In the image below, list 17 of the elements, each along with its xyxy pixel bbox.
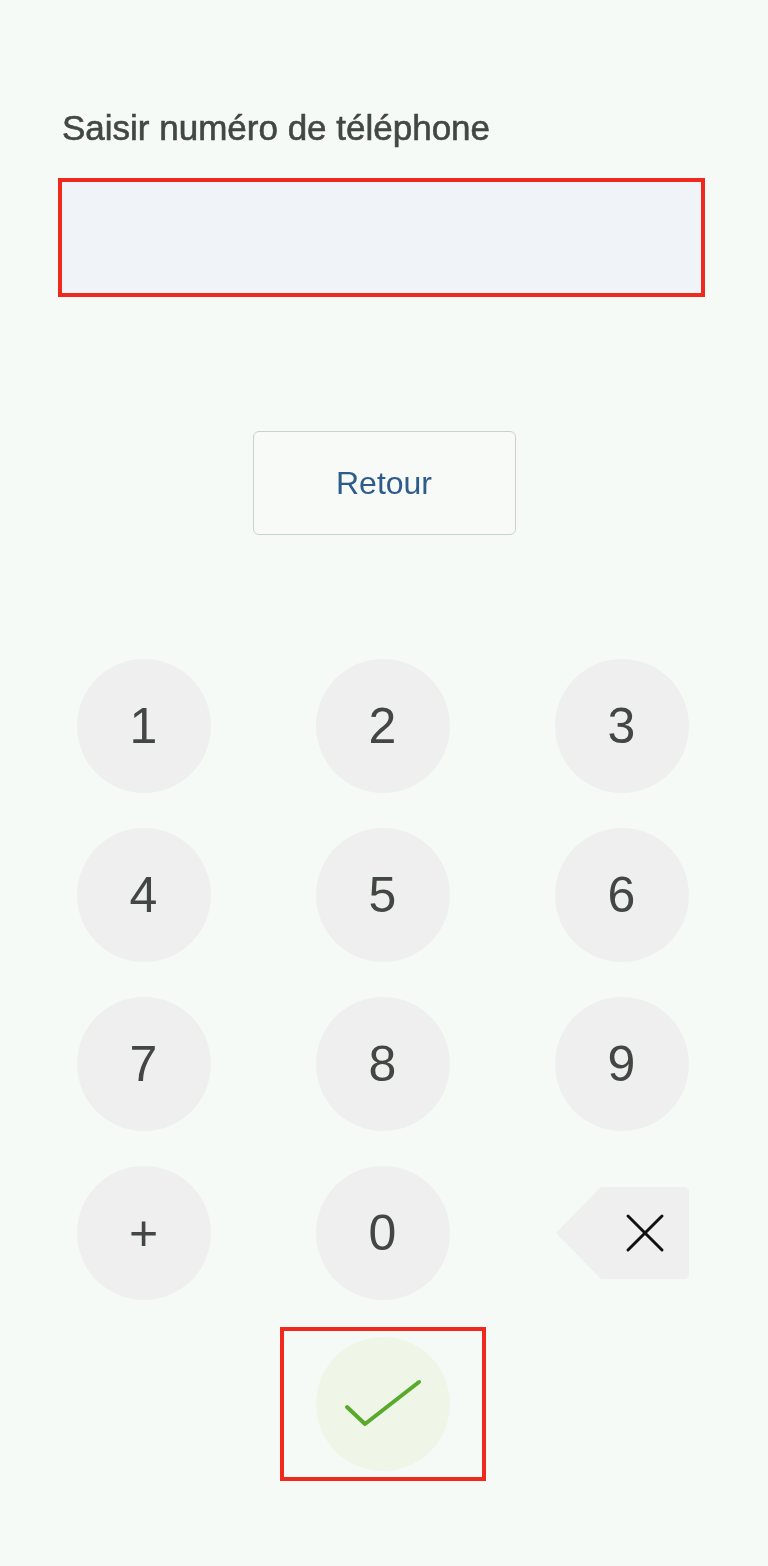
keypad-key[interactable]: 7 [76, 997, 211, 1131]
keypad-key[interactable]: 2 [315, 659, 450, 793]
field-label: Saisir numéro de téléphone [62, 107, 492, 149]
keypad-key[interactable]: 0 [315, 1166, 450, 1300]
close-icon [626, 1214, 663, 1252]
keypad-key[interactable]: 1 [76, 659, 211, 793]
back-button[interactable]: Retour [252, 431, 516, 535]
keypad-key[interactable]: 9 [554, 997, 689, 1131]
keypad-key[interactable]: 4 [76, 828, 211, 962]
keypad-key[interactable]: 5 [315, 828, 450, 962]
checkmark-icon [343, 1379, 422, 1429]
keypad-key[interactable]: 3 [554, 659, 689, 793]
backspace-button[interactable] [554, 1187, 689, 1279]
keypad-key[interactable]: 6 [554, 828, 689, 962]
phone-number-field[interactable] [58, 178, 705, 297]
keypad-key[interactable]: + [76, 1166, 211, 1300]
keypad-key[interactable]: 8 [315, 997, 450, 1131]
